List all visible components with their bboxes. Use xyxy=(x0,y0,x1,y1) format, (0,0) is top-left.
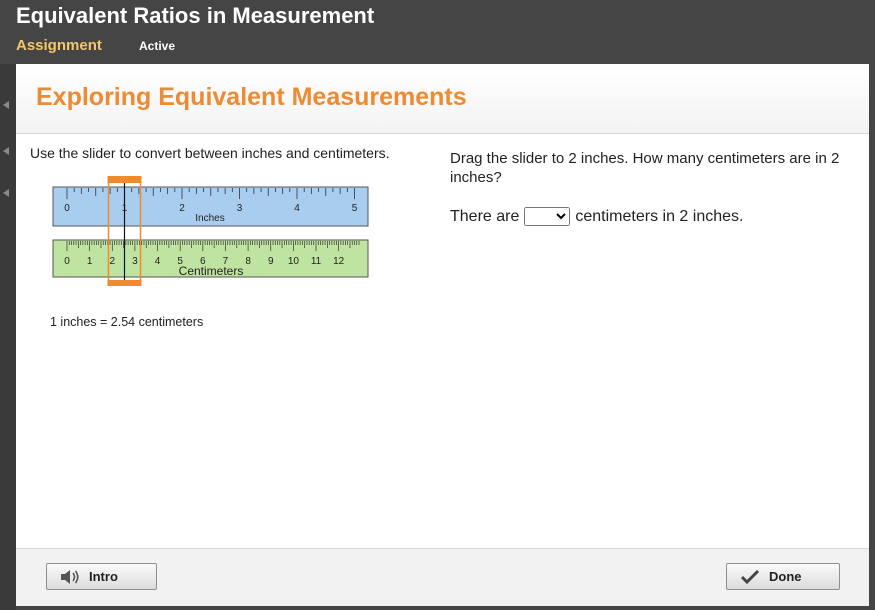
ruler-widget: 012345 Inches 0123456789101112 Centimete… xyxy=(52,176,369,286)
inches-label: Inches xyxy=(195,213,224,224)
cm-tick-label: 3 xyxy=(132,256,138,267)
cm-tick-label: 12 xyxy=(333,256,345,267)
app-title: Equivalent Ratios in Measurement xyxy=(16,3,375,28)
cm-tick-label: 8 xyxy=(245,256,251,267)
inch-tick-label: 0 xyxy=(64,203,70,214)
cm-tick-label: 1 xyxy=(87,256,93,267)
cm-tick-label: 2 xyxy=(109,256,115,267)
answer-suffix: centimeters in 2 inches. xyxy=(575,207,744,225)
cm-tick-label: 10 xyxy=(288,256,300,267)
checkmark-icon xyxy=(739,567,761,587)
instruction-text: Use the slider to convert between inches… xyxy=(30,145,390,161)
inch-tick-label: 2 xyxy=(179,203,185,214)
slider-top-handle[interactable] xyxy=(107,176,142,183)
slider-bottom-handle[interactable] xyxy=(107,280,142,286)
done-button[interactable]: Done xyxy=(726,563,840,590)
inch-tick-label: 5 xyxy=(352,203,358,214)
assignment-label: Assignment xyxy=(16,37,102,54)
intro-button-label: Intro xyxy=(89,569,118,584)
inch-tick-label: 3 xyxy=(237,203,243,214)
intro-button[interactable]: Intro xyxy=(46,563,157,590)
cm-tick-label: 0 xyxy=(64,256,70,267)
page-header: Exploring Equivalent Measurements xyxy=(16,64,869,134)
collapse-arrow-icon[interactable] xyxy=(3,189,9,197)
done-button-label: Done xyxy=(769,569,802,584)
answer-dropdown[interactable] xyxy=(524,207,571,226)
question-text: Drag the slider to 2 inches. How many ce… xyxy=(450,150,840,186)
content-panel: Exploring Equivalent Measurements Use th… xyxy=(16,64,869,606)
speaker-icon xyxy=(59,567,81,587)
cm-tick-label: 9 xyxy=(268,256,274,267)
left-nav-strip xyxy=(0,64,16,610)
inch-tick-label: 4 xyxy=(294,203,300,214)
collapse-arrow-icon[interactable] xyxy=(3,101,9,109)
equivalence-text: 1 inches = 2.54 centimeters xyxy=(50,315,204,329)
answer-prefix: There are xyxy=(450,207,520,225)
answer-row: There are centimeters in 2 inches. xyxy=(450,207,743,226)
page-title: Exploring Equivalent Measurements xyxy=(36,83,467,111)
top-bar: Equivalent Ratios in Measurement Assignm… xyxy=(0,0,875,64)
cm-tick-label: 4 xyxy=(155,256,161,267)
centimeters-label: Centimeters xyxy=(179,264,244,278)
collapse-arrow-icon[interactable] xyxy=(3,147,9,155)
footer-bar: Intro Done xyxy=(16,548,869,606)
cm-tick-label: 11 xyxy=(311,256,322,267)
status-badge: Active xyxy=(139,39,176,53)
